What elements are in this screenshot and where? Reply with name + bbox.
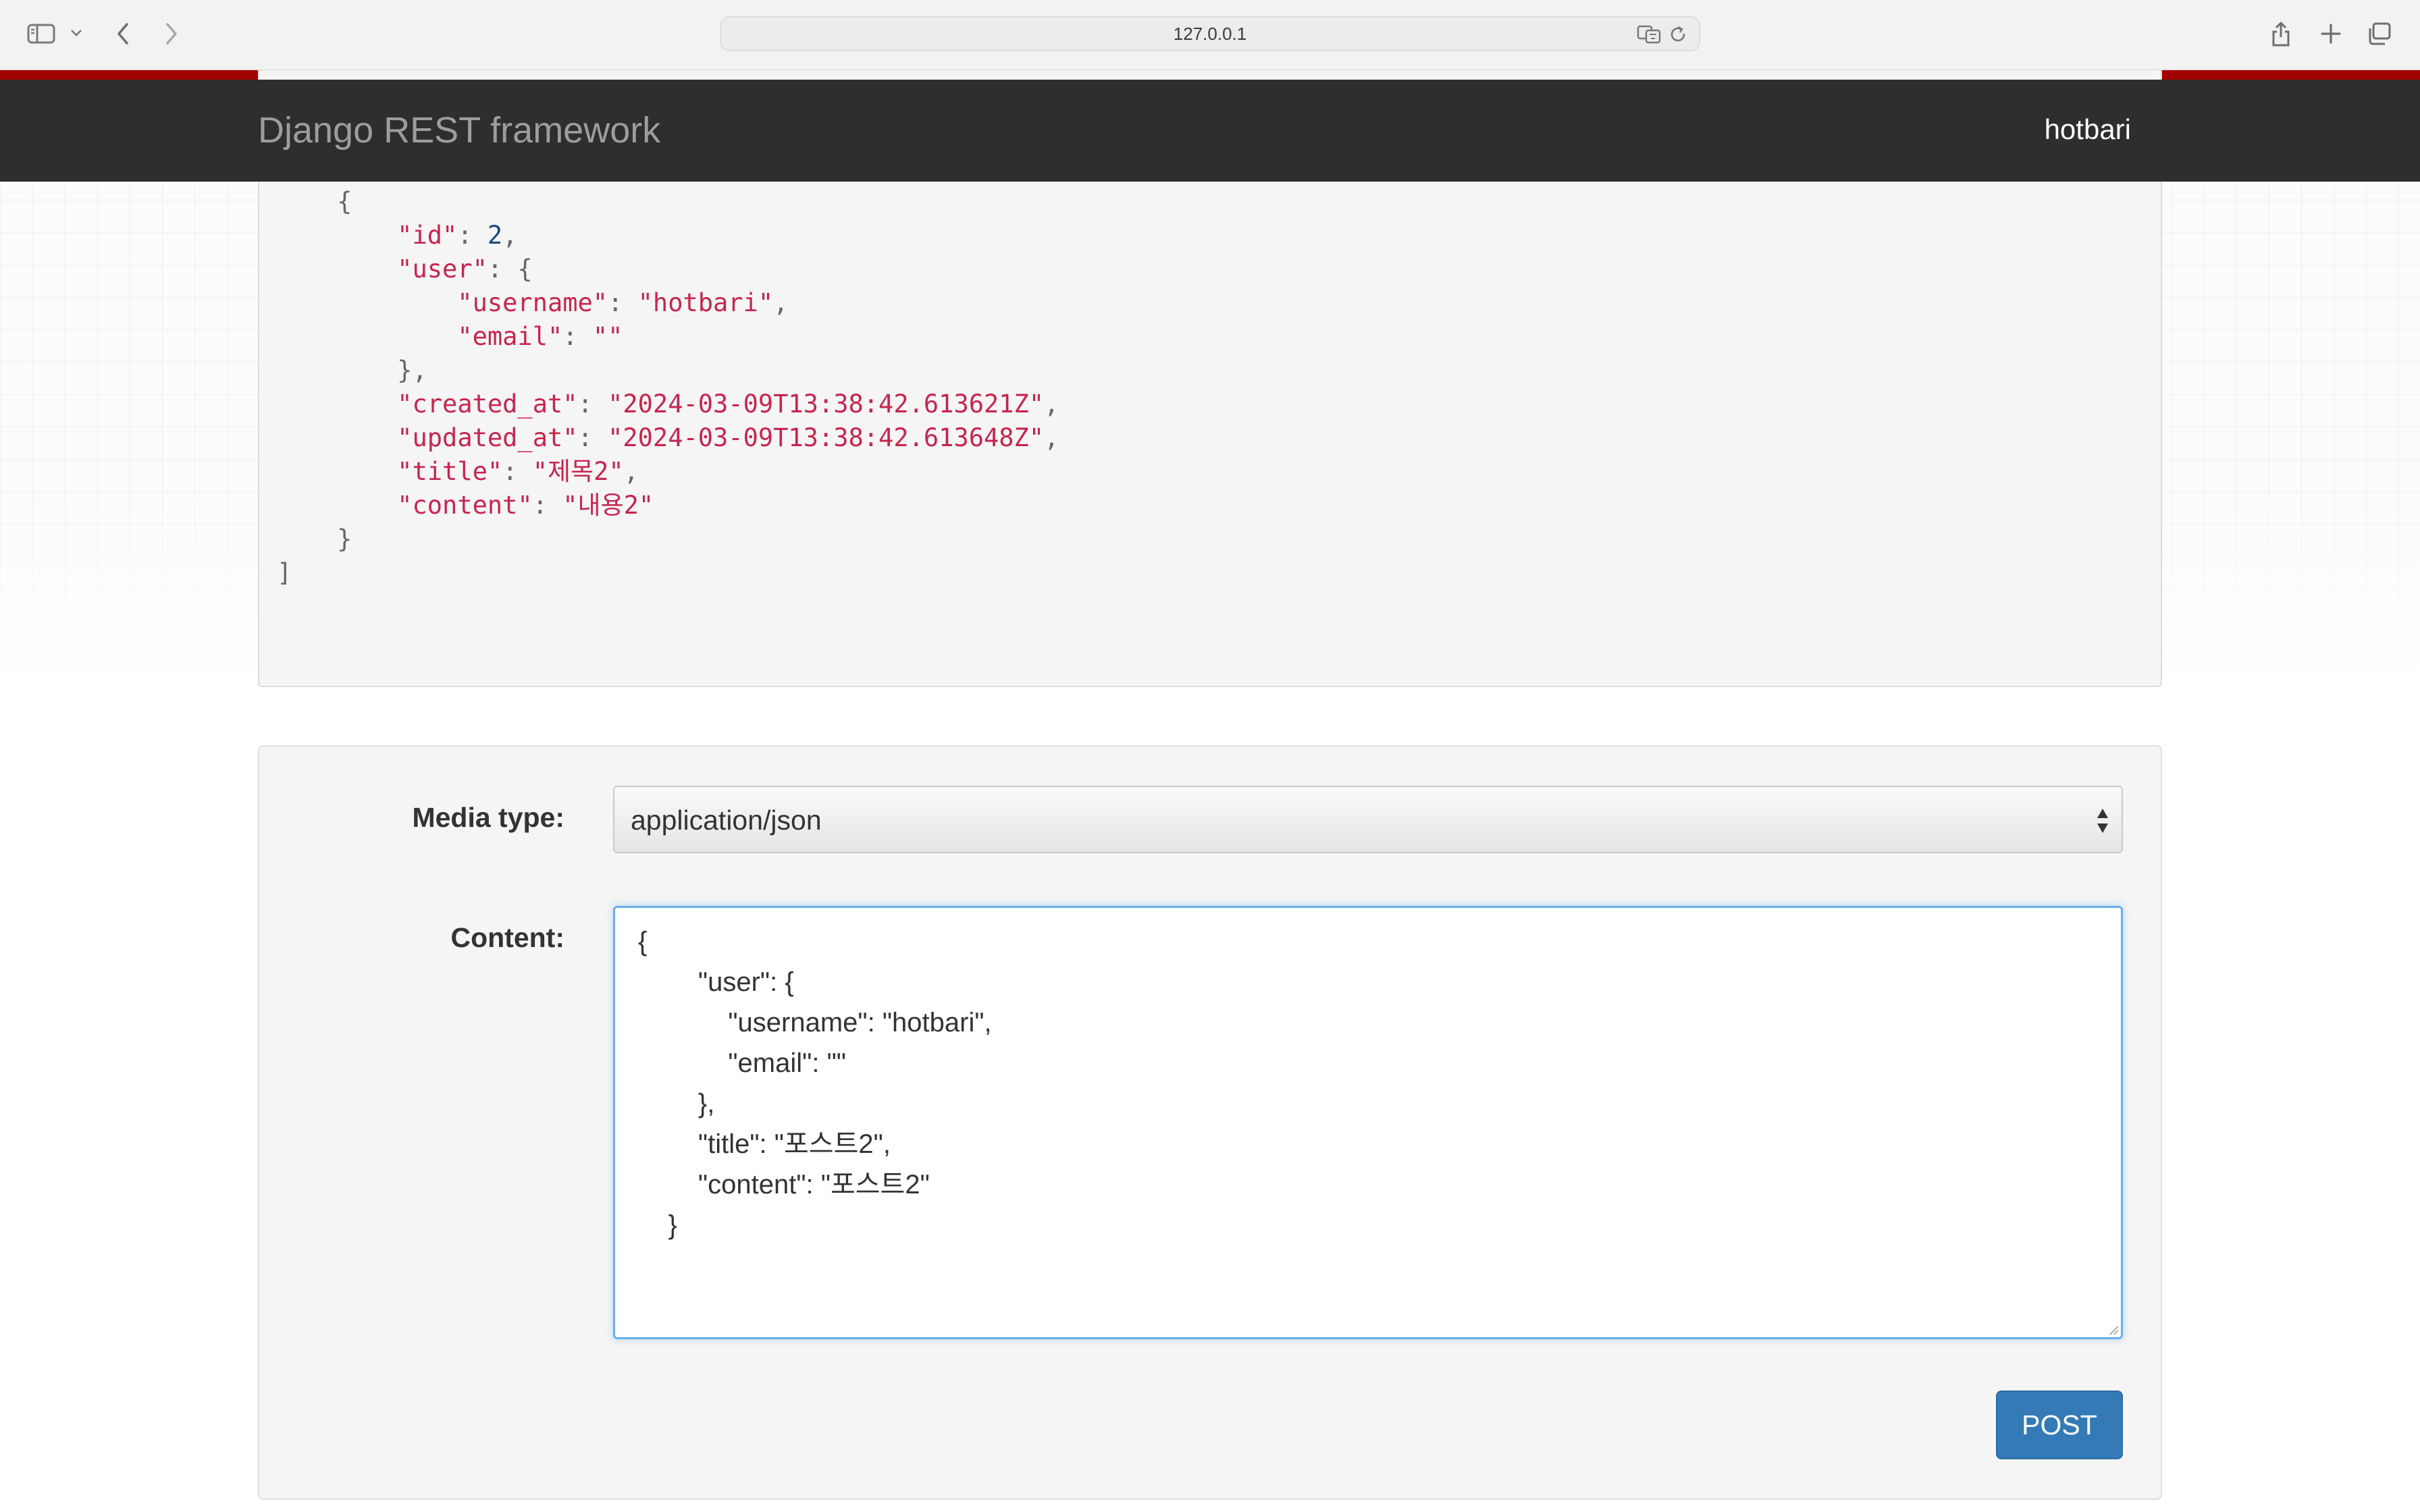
navbar: Django REST framework hotbari [0,80,2420,182]
json-punctuation: : [577,423,608,452]
json-string: "내용2" [562,491,654,520]
json-punctuation: }, [277,356,427,385]
response-json-line: "id": 2, [277,221,517,250]
json-string: "2024-03-09T13:38:42.613648Z" [608,423,1045,452]
json-key: "content" [397,491,533,520]
json-punctuation [277,491,397,520]
response-json-line: ] [277,558,292,587]
json-punctuation: : [502,457,533,486]
json-punctuation: , [502,221,518,250]
media-type-selected-value: application/json [631,805,822,836]
post-button[interactable]: POST [1996,1390,2123,1459]
json-punctuation [277,322,457,351]
content-textarea-value: { "user": { "username": "hotbari", "emai… [638,927,992,1240]
json-key: "created_at" [397,389,578,418]
tab-overview-icon[interactable] [2363,18,2396,50]
json-punctuation: , [623,457,639,486]
json-punctuation: ] [277,558,292,587]
json-punctuation: , [773,288,789,317]
resize-grip-icon[interactable] [2107,1324,2120,1336]
back-arrow-icon[interactable] [108,19,138,49]
response-json-line: "updated_at": "2024-03-09T13:38:42.61364… [277,423,1059,452]
json-string: "2024-03-09T13:38:42.613621Z" [608,389,1045,418]
json-punctuation [277,288,457,317]
sidebar-toggle-icon[interactable] [24,20,58,47]
json-number: 2 [487,221,503,250]
select-arrows-icon [2095,803,2111,838]
json-punctuation: : { [487,254,533,284]
json-punctuation [277,254,397,284]
brand-link[interactable]: Django REST framework [258,109,660,151]
json-punctuation: , [1044,423,1059,452]
json-string: "제목2" [532,457,624,486]
json-key: "user" [397,254,488,284]
json-punctuation: : [577,389,608,418]
json-punctuation: } [277,524,352,554]
page-content: "title": "제목1", "content": "내용1" }, { "i… [0,70,2420,1512]
response-json-line: "title": "제목2", [277,457,639,486]
user-menu-link[interactable]: hotbari [2045,113,2131,146]
plus-icon[interactable] [2315,18,2347,50]
json-key: "email" [457,322,563,351]
address-bar[interactable]: 127.0.0.1 [720,16,1700,51]
json-punctuation: : [457,221,488,250]
content-textarea[interactable]: { "user": { "username": "hotbari", "emai… [613,906,2123,1339]
json-punctuation [277,423,397,452]
json-key: "updated_at" [397,423,578,452]
json-punctuation: : [562,322,593,351]
json-key: "id" [397,221,458,250]
response-json-line: } [277,524,352,554]
json-punctuation [277,389,397,418]
response-json-line: { [277,187,352,216]
response-json-line: "content": "내용2" [277,491,654,520]
forward-arrow-icon[interactable] [157,19,186,49]
response-json-line: "username": "hotbari", [277,288,788,317]
raw-data-form: Media type: application/json Content: { … [258,745,2162,1500]
response-json-line: }, [277,356,427,385]
json-string: "" [592,322,623,351]
browser-toolbar: 127.0.0.1 [0,0,2420,70]
json-punctuation [277,221,397,250]
reload-icon[interactable] [1668,24,1688,45]
json-punctuation: : [532,491,563,520]
media-type-select[interactable]: application/json [613,786,2123,853]
json-punctuation: , [1044,389,1059,418]
json-key: "username" [457,288,608,317]
response-json-line: "created_at": "2024-03-09T13:38:42.61362… [277,389,1059,418]
share-icon[interactable] [2265,18,2297,50]
response-json-line: "email": "" [277,322,623,351]
content-label: Content: [450,922,564,953]
json-punctuation [277,457,397,486]
translate-icon[interactable] [1637,24,1661,45]
json-punctuation: : [608,288,638,317]
chevron-down-icon[interactable] [66,23,86,43]
url-text: 127.0.0.1 [1173,23,1247,44]
media-type-label: Media type: [412,802,564,833]
json-key: "title" [397,457,503,486]
json-punctuation: { [277,187,352,216]
response-json-line: "user": { [277,254,533,284]
json-string: "hotbari" [637,288,774,317]
